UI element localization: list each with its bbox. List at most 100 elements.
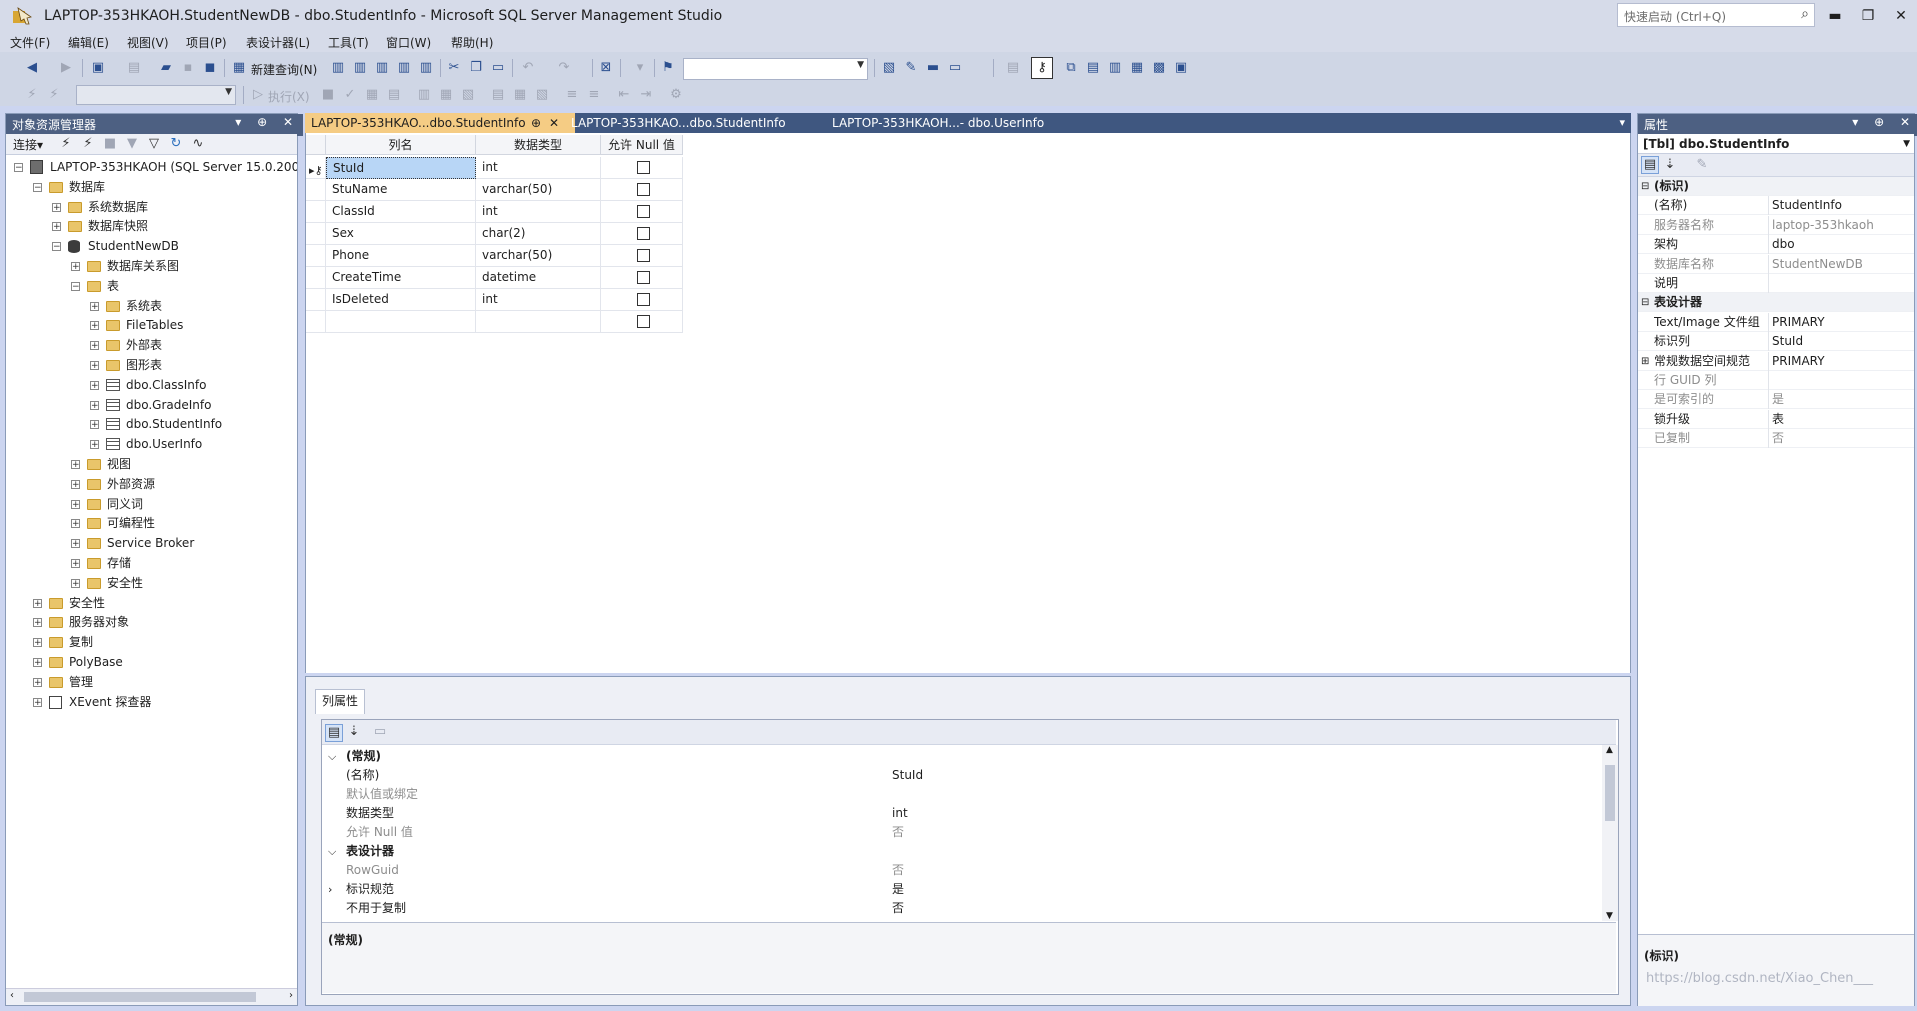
- sort-alphabetical-icon[interactable]: ⇣: [346, 724, 362, 740]
- disconnect-icon[interactable]: ⚡: [46, 87, 62, 103]
- property-row[interactable]: 允许 Null 值 否: [322, 823, 1600, 842]
- property-row[interactable]: 不用于复制 否: [322, 899, 1600, 918]
- toolbox-icon[interactable]: ▬: [925, 60, 941, 76]
- results-text-icon[interactable]: ▤: [490, 87, 506, 103]
- activity-monitor-icon[interactable]: ⊠: [598, 60, 614, 76]
- panel-buttons[interactable]: ▾ ⊕ ✕: [235, 115, 299, 129]
- data-type-cell[interactable]: char(2): [476, 223, 601, 245]
- collapse-icon[interactable]: −: [71, 281, 80, 291]
- xml-index-icon[interactable]: ▦: [1129, 60, 1145, 76]
- table-row[interactable]: Phone varchar(50): [306, 245, 696, 267]
- intellisense-icon[interactable]: ▥: [416, 87, 432, 103]
- tree-node[interactable]: − LAPTOP-353HKAOH (SQL Server 15.0.2000: [6, 158, 297, 176]
- expand-icon[interactable]: +: [71, 460, 80, 470]
- display-plan-icon[interactable]: ▦: [364, 87, 380, 103]
- expand-icon[interactable]: +: [33, 618, 42, 628]
- allow-null-checkbox[interactable]: [637, 183, 650, 196]
- tree-node[interactable]: + dbo.UserInfo: [6, 435, 297, 453]
- save-icon[interactable]: ▪: [180, 60, 196, 76]
- tree-node[interactable]: + PolyBase: [6, 653, 297, 671]
- tree-node[interactable]: + 外部表: [6, 336, 297, 354]
- expand-icon[interactable]: +: [33, 697, 42, 707]
- tree-node[interactable]: + FileTables: [6, 316, 297, 334]
- property-value[interactable]: 否: [892, 861, 904, 880]
- expand-icon[interactable]: ⊞: [1641, 352, 1649, 371]
- property-row[interactable]: ⊞ 常规数据空间规范 PRIMARY: [1638, 351, 1914, 371]
- paste-icon[interactable]: ▭: [490, 60, 506, 76]
- column-name-cell[interactable]: Sex: [326, 223, 476, 245]
- property-pages-icon[interactable]: ▭: [372, 724, 388, 740]
- property-value[interactable]: dbo: [1772, 235, 1795, 254]
- horizontal-scrollbar[interactable]: ‹ ›: [6, 988, 297, 1005]
- generate-script-icon[interactable]: ▤: [1005, 60, 1021, 76]
- collapse-icon[interactable]: ⊟: [1641, 293, 1649, 312]
- property-row[interactable]: 服务器名称 laptop-353hkaoh: [1638, 215, 1914, 235]
- column-name-cell[interactable]: ClassId: [326, 201, 476, 223]
- solution-explorer-icon[interactable]: ▧: [881, 60, 897, 76]
- new-query-icon[interactable]: ▦: [231, 60, 247, 76]
- cut-icon[interactable]: ✂: [446, 60, 462, 76]
- expand-icon[interactable]: +: [71, 519, 80, 529]
- row-selector[interactable]: [306, 223, 326, 245]
- find-icon[interactable]: ⚑: [660, 60, 676, 76]
- property-row[interactable]: 架构 dbo: [1638, 235, 1914, 255]
- stop-icon[interactable]: ■: [102, 136, 118, 152]
- expand-icon[interactable]: +: [52, 222, 61, 232]
- tree-node[interactable]: + 存储: [6, 554, 297, 572]
- set-primary-key-button[interactable]: ⚷: [1031, 57, 1053, 79]
- column-name-cell[interactable]: Phone: [326, 245, 476, 267]
- tree-node[interactable]: + dbo.GradeInfo: [6, 396, 297, 414]
- disconnect-icon[interactable]: ⚡: [80, 136, 96, 152]
- undo-icon[interactable]: ↶: [520, 60, 536, 76]
- property-value[interactable]: int: [892, 804, 908, 823]
- expand-icon[interactable]: +: [90, 321, 99, 331]
- tab-userinfo[interactable]: LAPTOP-353HKAOH...- dbo.UserInfo: [826, 113, 1068, 133]
- property-row[interactable]: 已复制 否: [1638, 429, 1914, 449]
- add-item-icon[interactable]: ▤: [126, 60, 142, 76]
- allow-null-checkbox[interactable]: [637, 315, 650, 328]
- table-row[interactable]: ClassId int: [306, 201, 696, 223]
- expand-icon[interactable]: +: [90, 420, 99, 430]
- property-row[interactable]: 数据类型 int: [322, 804, 1600, 823]
- expand-icon[interactable]: +: [33, 638, 42, 648]
- tree-node[interactable]: + 安全性: [6, 574, 297, 592]
- table-row[interactable]: [306, 311, 696, 333]
- allow-null-checkbox[interactable]: [637, 271, 650, 284]
- collapse-icon[interactable]: −: [52, 242, 61, 252]
- scrollbar-thumb[interactable]: [24, 992, 256, 1002]
- allow-null-checkbox[interactable]: [637, 205, 650, 218]
- property-row[interactable]: ⊟ (标识): [1638, 177, 1914, 196]
- menu-window[interactable]: 窗口(W): [386, 34, 431, 51]
- property-value[interactable]: 是: [1772, 390, 1784, 409]
- tree-node[interactable]: − StudentNewDB: [6, 237, 297, 255]
- panel-buttons[interactable]: ▾ ⊕ ✕: [1852, 115, 1916, 129]
- property-row[interactable]: 锁升级 表: [1638, 409, 1914, 429]
- spatial-index-icon[interactable]: ▣: [1173, 60, 1189, 76]
- filter-settings-icon[interactable]: ▽: [146, 136, 162, 152]
- table-row[interactable]: CreateTime datetime: [306, 267, 696, 289]
- scroll-right-icon[interactable]: ›: [289, 990, 293, 1001]
- find-combo[interactable]: ▼: [683, 58, 868, 80]
- expand-icon[interactable]: +: [33, 677, 42, 687]
- expand-icon[interactable]: +: [90, 341, 99, 351]
- check-constraints-icon[interactable]: ▩: [1151, 60, 1167, 76]
- parse-icon[interactable]: ✓: [342, 87, 358, 103]
- property-value[interactable]: 是: [892, 880, 904, 899]
- expand-icon[interactable]: +: [71, 578, 80, 588]
- tree-node[interactable]: + 外部资源: [6, 475, 297, 493]
- close-tab-icon[interactable]: ✕: [549, 113, 559, 133]
- property-row[interactable]: ⌵ 表设计器: [322, 842, 1600, 861]
- menu-file[interactable]: 文件(F): [10, 34, 50, 51]
- column-name-cell[interactable]: StuName: [326, 179, 476, 201]
- tree-node[interactable]: + 系统表: [6, 297, 297, 315]
- specify-values-icon[interactable]: ⚙: [668, 87, 684, 103]
- menu-view[interactable]: 视图(V): [127, 34, 169, 51]
- tree-node[interactable]: + 系统数据库: [6, 198, 297, 216]
- connect-icon[interactable]: ⚡: [24, 87, 40, 103]
- row-selector[interactable]: ▸⚷: [306, 157, 326, 179]
- property-row[interactable]: 行 GUID 列: [1638, 371, 1914, 390]
- property-value[interactable]: StuId: [892, 766, 923, 785]
- tree-node[interactable]: − 数据库: [6, 178, 297, 196]
- property-value[interactable]: PRIMARY: [1772, 352, 1825, 371]
- include-plan-icon[interactable]: ▦: [438, 87, 454, 103]
